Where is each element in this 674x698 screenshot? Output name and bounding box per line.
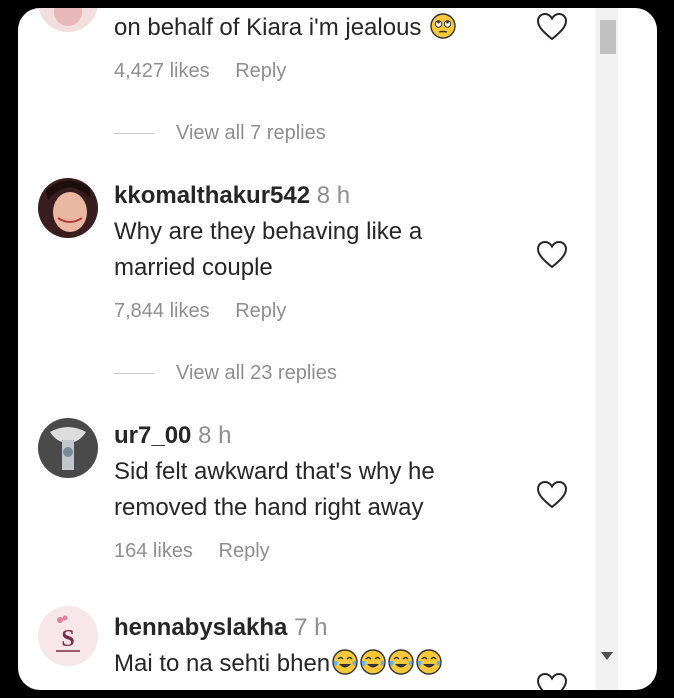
timestamp: 8 h <box>316 182 351 209</box>
avatar[interactable] <box>38 418 98 478</box>
comment-text-line-1: Why are they behaving like a <box>114 218 423 245</box>
comment-body: hennabyslakha 7 h Mai to na sehti bhen <box>114 610 442 682</box>
divider-line <box>114 373 154 374</box>
divider-line <box>114 133 154 134</box>
likes-count[interactable]: 4,427 likes <box>114 60 210 82</box>
comment-text-line-1: Sid felt awkward that's why he <box>114 458 435 485</box>
face-with-rolling-eyes-emoji <box>430 13 456 39</box>
comment-body: ur7_00 8 h Sid felt awkward that's why h… <box>114 418 435 526</box>
comment-text-line-2: removed the hand right away <box>114 494 424 521</box>
avatar-logo-letter: S <box>61 626 74 652</box>
comment-body: kkomalthakur542 8 h Why are they behavin… <box>114 178 422 286</box>
heart-icon[interactable] <box>536 672 568 690</box>
username[interactable]: kkomalthakur542 <box>114 182 310 209</box>
scroll-down-arrow-icon[interactable] <box>601 652 613 660</box>
comment-meta: 4,427 likes Reply <box>114 60 306 83</box>
scrollbar[interactable] <box>596 8 618 690</box>
face-with-tears-of-joy-emoji <box>388 649 414 675</box>
comment-text: on behalf of Kiara i'm jealous <box>114 10 456 46</box>
comments-panel: on behalf of Kiara i'm jealous 4,427 lik… <box>18 8 657 690</box>
heart-icon[interactable] <box>536 12 568 42</box>
heart-icon[interactable] <box>536 240 568 270</box>
avatar[interactable] <box>38 178 98 238</box>
timestamp: 7 h <box>294 614 328 641</box>
comment-text-line-2: married couple <box>114 254 273 281</box>
comment-text-content: Mai to na sehti bhen <box>114 650 331 677</box>
reply-button[interactable]: Reply <box>235 60 286 82</box>
username[interactable]: ur7_00 <box>114 422 191 449</box>
likes-count[interactable]: 164 likes <box>114 540 193 562</box>
face-with-tears-of-joy-emoji <box>416 649 442 675</box>
timestamp: 8 h <box>198 422 232 449</box>
view-replies-label: View all 23 replies <box>176 362 337 384</box>
avatar[interactable] <box>38 8 98 32</box>
reply-button[interactable]: Reply <box>219 540 270 562</box>
reply-button[interactable]: Reply <box>235 300 286 322</box>
comment-meta: 164 likes Reply <box>114 540 290 563</box>
face-with-tears-of-joy-emoji <box>360 649 386 675</box>
comment-1: on behalf of Kiara i'm jealous 4,427 lik… <box>18 8 608 148</box>
view-replies-button[interactable]: View all 23 replies <box>114 362 337 385</box>
scrollbar-thumb[interactable] <box>600 20 616 54</box>
comment-3: ur7_00 8 h Sid felt awkward that's why h… <box>18 418 608 568</box>
face-with-tears-of-joy-emoji <box>332 649 358 675</box>
comment-2: kkomalthakur542 8 h Why are they behavin… <box>18 178 608 388</box>
avatar[interactable]: S <box>38 606 98 666</box>
heart-icon[interactable] <box>536 480 568 510</box>
comment-text-line-1: Mai to na sehti bhen <box>114 646 442 682</box>
view-replies-label: View all 7 replies <box>176 122 326 144</box>
view-replies-button[interactable]: View all 7 replies <box>114 122 326 145</box>
comment-text-content: on behalf of Kiara i'm jealous <box>114 14 422 41</box>
likes-count[interactable]: 7,844 likes <box>114 300 210 322</box>
comment-4: S hennabyslakha 7 h Mai to na sehti bhen <box>18 606 608 690</box>
username[interactable]: hennabyslakha <box>114 614 287 641</box>
comment-meta: 7,844 likes Reply <box>114 300 306 323</box>
